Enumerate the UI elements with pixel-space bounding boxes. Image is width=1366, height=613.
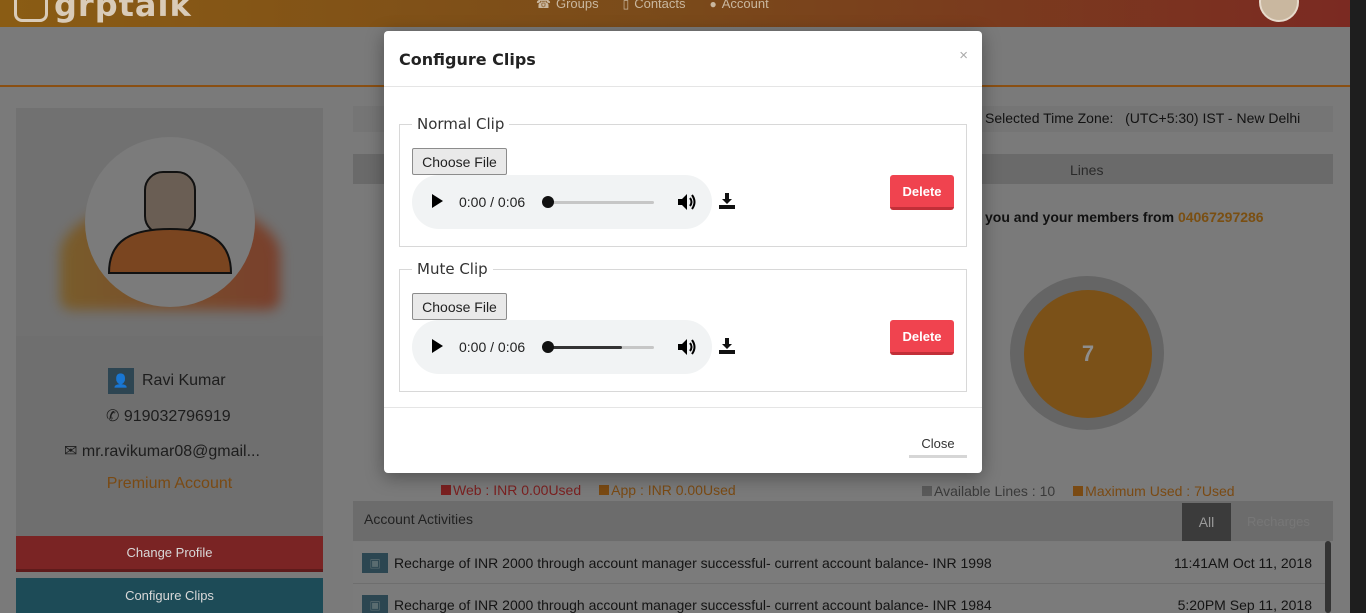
audio-progress-track[interactable] [547, 201, 654, 204]
timezone-text: Selected Time Zone: (UTC+5:30) IST - New… [985, 110, 1300, 126]
play-icon[interactable] [432, 194, 443, 208]
lines-donut-value: 7 [1024, 290, 1152, 418]
nav-account[interactable]: ● Account [710, 0, 769, 11]
legend-max: Maximum Used : 7Used [1073, 483, 1235, 499]
members-text: you and your members from [985, 209, 1175, 225]
profile-name: Ravi Kumar [142, 372, 226, 389]
nav-groups[interactable]: ☎ Groups [536, 0, 599, 11]
mute-clip-audio-player: 0:00 / 0:06 [412, 320, 712, 374]
logo-icon [14, 0, 48, 22]
profile-phone: 919032796919 [123, 408, 231, 425]
configure-clips-button[interactable]: Configure Clips [16, 578, 323, 613]
modal-header: Configure Clips × [384, 31, 982, 87]
account-type: Premium Account [106, 475, 233, 492]
tab-recharges[interactable]: Recharges [1247, 514, 1310, 529]
mute-clip-section: Mute Clip Choose File 0:00 / 0:06 Delete [399, 260, 967, 392]
normal-clip-audio-player: 0:00 / 0:06 [412, 175, 712, 229]
legend-available: Available Lines : 10 [922, 483, 1055, 499]
legend-web-label: Web : INR 0.00Used [453, 482, 582, 498]
audio-progress-thumb[interactable] [542, 341, 554, 353]
profile-email: mr.ravikumar08@gmail... [81, 443, 260, 460]
change-profile-button[interactable]: Change Profile [16, 536, 323, 572]
audio-progress-track[interactable] [547, 346, 654, 349]
brand-name: grptalk [54, 0, 192, 24]
download-icon[interactable] [718, 192, 736, 210]
activity-time: 5:20PM Sep 11, 2018 [1177, 596, 1312, 613]
members-info: you and your members from 04067297286 [985, 209, 1264, 225]
configure-clips-modal: Configure Clips × Normal Clip Choose Fil… [384, 31, 982, 473]
user-silhouette-icon [107, 171, 233, 274]
timezone-value[interactable]: (UTC+5:30) IST - New Delhi [1125, 110, 1300, 126]
audio-time: 0:00 / 0:06 [459, 194, 526, 210]
nav-groups-label: Groups [555, 0, 599, 11]
profile-phone-row: ✆ 919032796919 [106, 406, 231, 426]
mute-clip-delete-button[interactable]: Delete [890, 320, 954, 355]
mute-clip-legend: Mute Clip [412, 260, 493, 278]
line-number: 04067297286 [1177, 209, 1264, 225]
activity-time: 11:41AM Oct 11, 2018 [1173, 554, 1312, 571]
activities-title: Account Activities [364, 511, 473, 527]
tab-all[interactable]: All [1182, 503, 1231, 541]
lines-legend: Available Lines : 10 Maximum Used : 7Use… [922, 483, 1235, 499]
profile-email-row: ✉ mr.ravikumar08@gmail... [64, 441, 260, 461]
normal-clip-choose-file-button[interactable]: Choose File [412, 148, 507, 175]
money-icon: ▣ [362, 552, 388, 573]
phone-icon: ✆ [106, 408, 124, 425]
play-icon[interactable] [432, 339, 443, 353]
user-avatar[interactable] [1259, 0, 1299, 22]
activities-scrollbar[interactable] [1325, 541, 1331, 613]
legend-app: App : INR 0.00Used [599, 482, 736, 498]
modal-footer: Close [384, 407, 982, 473]
legend-available-label: Available Lines : 10 [934, 483, 1056, 499]
audio-progress-fill [547, 346, 622, 349]
volume-icon[interactable] [676, 192, 698, 212]
page-scrollbar[interactable] [1350, 0, 1366, 613]
legend-web: Web : INR 0.00Used [441, 482, 581, 498]
usage-legend: Web : INR 0.00Used App : INR 0.00Used [441, 482, 736, 498]
main-nav: ☎ Groups ▯ Contacts ● Account [536, 0, 769, 11]
nav-contacts-label: Contacts [634, 0, 686, 11]
brand-logo[interactable]: grptalk [14, 0, 192, 24]
normal-clip-delete-button[interactable]: Delete [890, 175, 954, 210]
groups-icon: ☎ [536, 0, 551, 11]
normal-clip-legend: Normal Clip [412, 115, 510, 133]
nav-account-label: Account [721, 0, 769, 11]
activity-text: Recharge of INR 2000 through account man… [394, 596, 992, 613]
mail-icon: ✉ [64, 443, 82, 460]
download-icon[interactable] [718, 337, 736, 355]
profile-name-row: 👤 Ravi Kumar [108, 368, 226, 394]
close-button[interactable]: Close [909, 431, 967, 458]
activity-text: Recharge of INR 2000 through account man… [394, 554, 992, 571]
contacts-icon: ▯ [622, 0, 630, 11]
volume-icon[interactable] [676, 337, 698, 357]
profile-picture [85, 137, 255, 307]
account-icon: ● [709, 0, 717, 11]
activity-row: ▣ Recharge of INR 2000 through account m… [353, 584, 1326, 613]
modal-title: Configure Clips [399, 50, 536, 69]
normal-clip-section: Normal Clip Choose File 0:00 / 0:06 Dele… [399, 115, 967, 247]
mute-clip-choose-file-button[interactable]: Choose File [412, 293, 507, 320]
lines-title: Lines [1070, 162, 1104, 178]
legend-max-label: Maximum Used : 7Used [1085, 483, 1235, 499]
legend-app-label: App : INR 0.00Used [611, 482, 736, 498]
timezone-label: Selected Time Zone: [985, 110, 1114, 126]
nav-contacts[interactable]: ▯ Contacts [623, 0, 686, 11]
close-icon[interactable]: × [959, 47, 968, 64]
activity-row: ▣ Recharge of INR 2000 through account m… [353, 542, 1326, 584]
money-icon: ▣ [362, 594, 388, 613]
audio-progress-thumb[interactable] [542, 196, 554, 208]
audio-time: 0:00 / 0:06 [459, 339, 526, 355]
top-navbar: grptalk ☎ Groups ▯ Contacts ● Account [0, 0, 1350, 27]
id-card-icon: 👤 [108, 368, 134, 394]
